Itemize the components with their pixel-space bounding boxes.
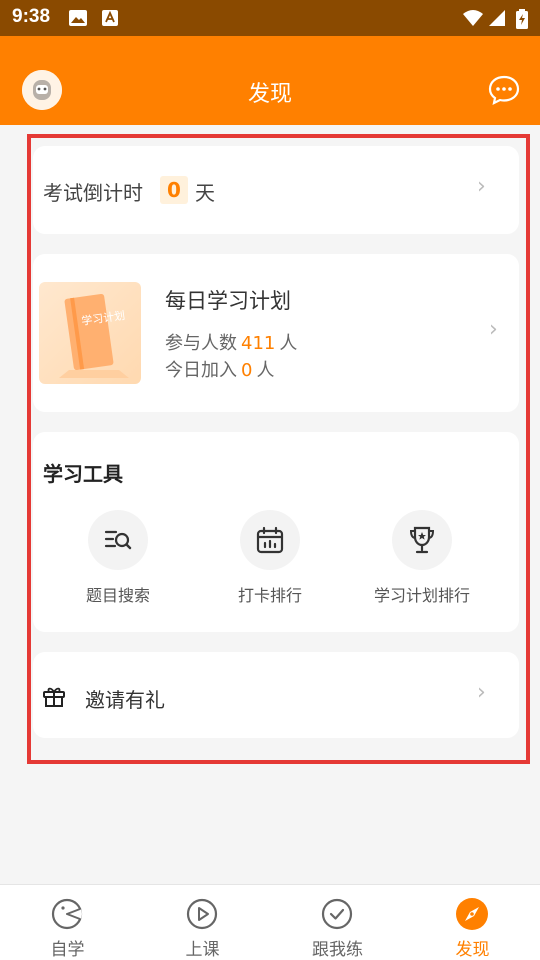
invite-card[interactable]: 邀请有礼 › — [33, 652, 519, 738]
today-label: 今日加入 — [165, 360, 237, 381]
page-title: 发现 — [247, 82, 292, 107]
plan-participants: 参与人数 411 人 — [165, 329, 297, 355]
tool-icon-circle — [88, 510, 148, 570]
signal-icon — [489, 10, 505, 26]
calendar-icon — [256, 526, 284, 554]
countdown-days: 0 — [160, 176, 188, 204]
today-count: 0 — [241, 360, 253, 381]
tab-label: 跟我练 — [312, 940, 363, 960]
study-plan-book-icon: 学习计划 — [59, 293, 129, 378]
invite-label: 邀请有礼 — [85, 688, 165, 712]
tab-discover[interactable]: 发现 — [405, 885, 540, 960]
study-tools-card: 学习工具 题目搜索 打卡排行 学习计划排行 — [33, 432, 519, 632]
participants-label: 参与人数 — [165, 333, 237, 354]
tool-label: 打卡排行 — [237, 586, 302, 605]
chevron-right-icon: › — [489, 317, 498, 342]
today-unit: 人 — [256, 360, 275, 381]
countdown-label: 考试倒计时 — [43, 181, 143, 205]
check-icon — [321, 898, 353, 930]
bottom-tab-bar: 自学 上课 跟我练 发现 — [0, 884, 540, 960]
countdown-unit: 天 — [195, 181, 215, 205]
text-notification-icon — [102, 10, 118, 26]
participants-unit: 人 — [279, 333, 298, 354]
plan-title: 每日学习计划 — [165, 289, 291, 313]
app-bar: 发现 — [0, 36, 540, 125]
chevron-right-icon: › — [477, 680, 486, 705]
status-time: 9:38 — [12, 6, 51, 27]
status-bar: 9:38 — [0, 0, 540, 36]
trophy-icon — [409, 526, 435, 554]
daily-plan-card[interactable]: 学习计划 每日学习计划 参与人数 411 人 今日加入 0 人 › — [33, 254, 519, 412]
chevron-right-icon: › — [477, 174, 486, 199]
tab-label: 自学 — [50, 940, 85, 960]
gift-icon — [43, 687, 65, 707]
tool-question-search[interactable]: 题目搜索 — [48, 510, 188, 610]
tab-label: 上课 — [185, 940, 220, 960]
tool-icon-circle — [392, 510, 452, 570]
wifi-icon — [463, 10, 483, 26]
tool-label: 题目搜索 — [85, 586, 150, 605]
tool-label: 学习计划排行 — [373, 586, 470, 605]
study-plan-image: 学习计划 — [39, 282, 141, 384]
tab-self-study[interactable]: 自学 — [0, 885, 135, 960]
compass-icon — [456, 898, 488, 930]
exam-countdown-card[interactable]: 考试倒计时 0 天 › — [33, 146, 519, 234]
play-icon — [186, 898, 218, 930]
image-notification-icon — [69, 10, 87, 26]
battery-icon — [516, 9, 528, 29]
plan-today-joined: 今日加入 0 人 — [165, 356, 274, 382]
participants-count: 411 — [241, 333, 276, 354]
study-tools-title: 学习工具 — [43, 462, 123, 486]
message-icon[interactable] — [488, 75, 520, 105]
tab-practice[interactable]: 跟我练 — [270, 885, 405, 960]
tool-icon-circle — [240, 510, 300, 570]
tool-checkin-ranking[interactable]: 打卡排行 — [200, 510, 340, 610]
tab-label: 发现 — [455, 940, 490, 960]
tab-class[interactable]: 上课 — [135, 885, 270, 960]
self-study-icon — [51, 898, 83, 930]
tool-plan-ranking[interactable]: 学习计划排行 — [352, 510, 492, 610]
search-list-icon — [104, 530, 132, 550]
